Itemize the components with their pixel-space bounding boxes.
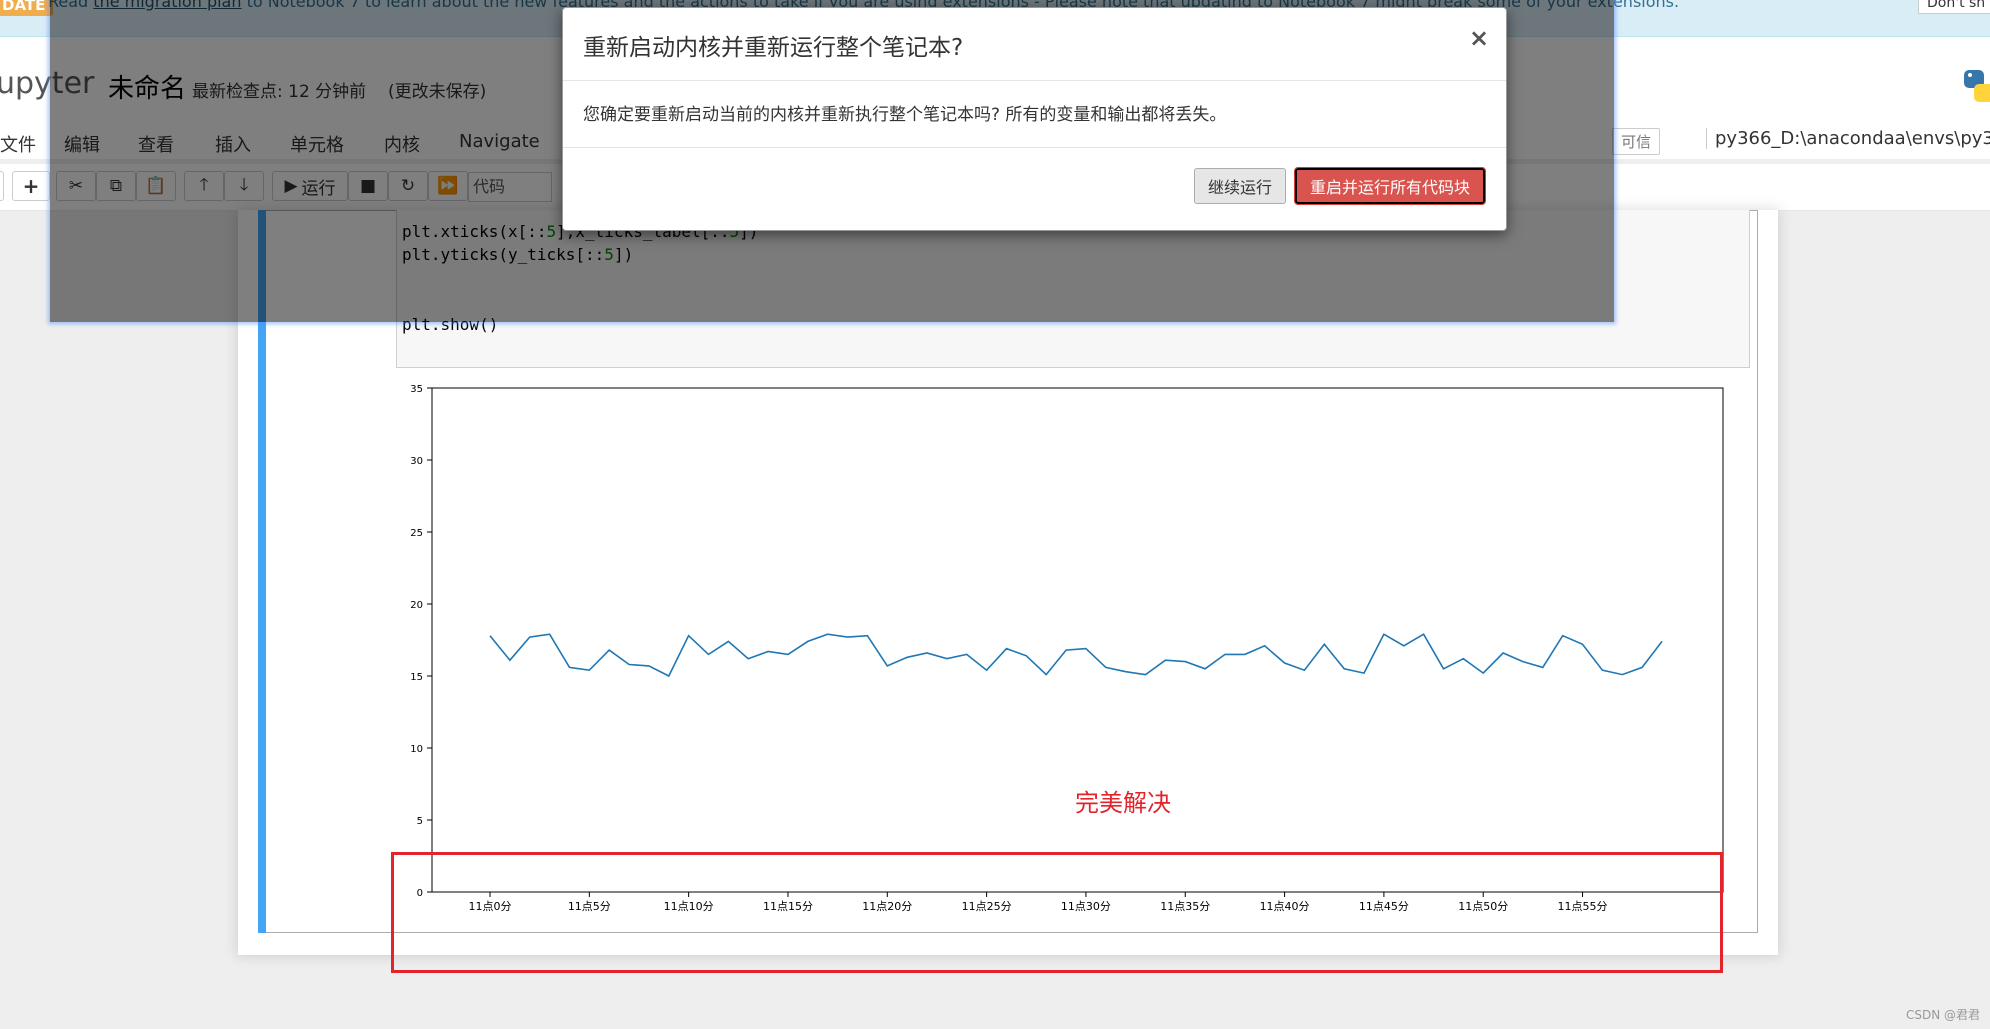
restart-run-all-confirm-button[interactable]: 重启并运行所有代码块	[1294, 167, 1486, 205]
y-tick-label: 5	[417, 816, 423, 827]
y-tick-label: 10	[410, 744, 423, 755]
plus-icon: +	[22, 174, 40, 198]
highlight-box	[391, 852, 1723, 973]
update-badge: DATE	[0, 0, 54, 16]
menu-file[interactable]: 文件	[0, 131, 36, 157]
kernel-name[interactable]: py366_D:\anacondaa\envs\py366\p	[1706, 128, 1990, 149]
python-logo-icon	[1964, 70, 1990, 102]
restart-dialog: 重新启动内核并重新运行整个笔记本? × 您确定要重新启动当前的内核并重新执行整个…	[562, 7, 1507, 231]
y-tick-label: 35	[410, 384, 423, 395]
dialog-divider	[563, 147, 1506, 148]
dialog-message: 您确定要重新启动当前的内核并重新执行整个笔记本吗? 所有的变量和输出都将丢失。	[583, 105, 1227, 125]
y-tick-label: 15	[410, 672, 423, 683]
annotation-text: 完美解决	[1075, 789, 1171, 817]
dialog-divider	[563, 80, 1506, 81]
dialog-title: 重新启动内核并重新运行整个笔记本?	[583, 35, 964, 61]
y-tick-label: 30	[410, 456, 423, 467]
watermark: CSDN @君君	[1906, 1008, 1981, 1022]
insert-cell-button[interactable]: +	[12, 171, 50, 201]
close-icon[interactable]: ×	[1469, 24, 1489, 52]
series-line	[489, 633, 1663, 678]
y-tick-label: 25	[410, 528, 423, 539]
dont-show-button[interactable]: Don't sh	[1918, 0, 1990, 14]
y-tick-label: 20	[410, 600, 423, 611]
trusted-indicator[interactable]: 可信	[1612, 128, 1661, 155]
line-chart: 0510152025303511点0分 11点5分 11点10分 11点15分 11点2…	[410, 384, 1724, 913]
save-button[interactable]	[0, 171, 4, 201]
continue-button[interactable]: 继续运行	[1194, 168, 1286, 204]
